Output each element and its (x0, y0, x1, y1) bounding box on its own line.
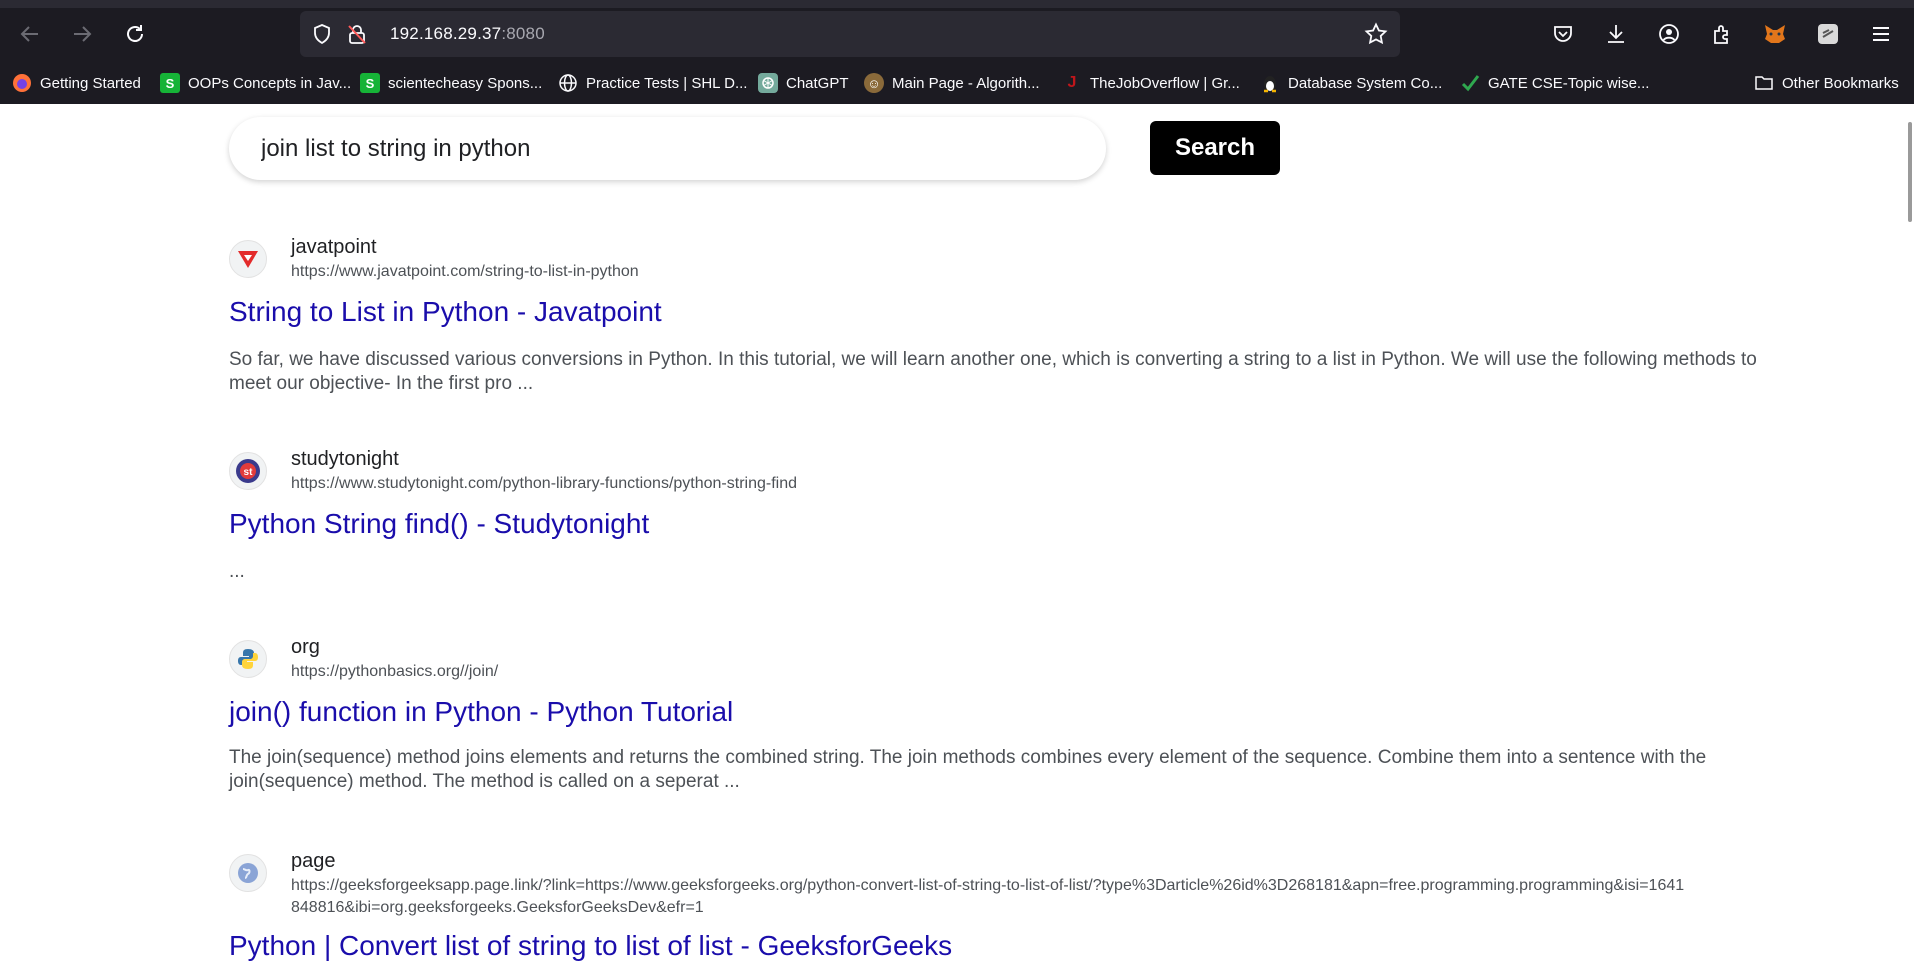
algorithmica-icon: ☺ (864, 73, 884, 93)
app-menu-icon[interactable] (1865, 18, 1897, 50)
result-site-name: studytonight (291, 448, 399, 470)
account-icon[interactable] (1653, 18, 1685, 50)
bookmark-item[interactable]: S OOPs Concepts in Jav... (160, 72, 351, 94)
bookmark-item[interactable]: Database System Co... (1260, 72, 1442, 94)
python-icon (229, 640, 267, 678)
url-text[interactable]: 192.168.29.37:8080 (390, 24, 545, 44)
navigation-bar: 192.168.29.37:8080 (0, 8, 1914, 60)
bookmark-label: TheJobOverflow | Gr... (1090, 74, 1240, 92)
bookmark-item[interactable]: GATE CSE-Topic wise... (1460, 72, 1649, 94)
extension-app-icon[interactable] (1812, 18, 1844, 50)
result-snippet: So far, we have discussed various conver… (229, 349, 1757, 394)
other-bookmarks[interactable]: Other Bookmarks (1754, 72, 1899, 94)
javatpoint-icon (229, 240, 267, 278)
scrollbar-thumb[interactable] (1908, 122, 1912, 222)
linux-icon (1260, 73, 1280, 93)
reload-icon (127, 25, 143, 42)
result-url[interactable]: https://geeksforgeeksapp.page.link/?link… (291, 875, 1691, 919)
s-green-icon: S (160, 73, 180, 93)
shield-icon[interactable] (310, 22, 334, 46)
bookmark-label: OOPs Concepts in Jav... (188, 74, 352, 92)
result-title-link[interactable]: Python String find() - Studytonight (229, 508, 649, 540)
bookmark-label: GATE CSE-Topic wise... (1488, 74, 1650, 92)
result-title-link[interactable]: join() function in Python - Python Tutor… (229, 696, 733, 728)
bookmark-item[interactable]: Getting Started (12, 72, 141, 94)
bookmark-item[interactable]: Practice Tests | SHL D... (558, 72, 747, 94)
bookmark-label: Database System Co... (1288, 74, 1443, 92)
url-host: 192.168.29.37 (390, 24, 502, 43)
result-title-link[interactable]: String to List in Python - Javatpoint (229, 296, 662, 328)
reload-button[interactable] (119, 18, 151, 50)
insecure-lock-icon[interactable] (345, 22, 369, 46)
bookmark-item[interactable]: S scientecheasy Spons... (360, 72, 542, 94)
globe-icon (229, 854, 267, 892)
download-icon[interactable] (1600, 18, 1632, 50)
other-bookmarks-label: Other Bookmarks (1782, 74, 1899, 92)
result-url[interactable]: https://pythonbasics.org//join/ (291, 661, 1691, 683)
result-url[interactable]: https://www.studytonight.com/python-libr… (291, 473, 1691, 495)
bookmark-label: Getting Started (40, 74, 141, 92)
result-site-name: javatpoint (291, 236, 377, 258)
folder-icon (1754, 73, 1774, 93)
back-button[interactable] (14, 18, 46, 50)
chatgpt-icon (758, 73, 778, 93)
pocket-icon[interactable] (1547, 18, 1579, 50)
result-url[interactable]: https://www.javatpoint.com/string-to-lis… (291, 261, 1691, 283)
bookmarks-toolbar: Getting Started S OOPs Concepts in Jav..… (0, 64, 1914, 102)
address-bar[interactable]: 192.168.29.37:8080 (300, 11, 1400, 57)
bookmark-item[interactable]: J TheJobOverflow | Gr... (1062, 72, 1240, 94)
forward-button[interactable] (66, 18, 98, 50)
result-site-name: page (291, 850, 336, 872)
forward-arrow-icon (74, 26, 92, 42)
result-title-link[interactable]: Python | Convert list of string to list … (229, 930, 952, 962)
metamask-fox-icon[interactable] (1759, 18, 1791, 50)
extensions-icon[interactable] (1706, 18, 1738, 50)
back-arrow-icon (20, 26, 38, 42)
vertical-scrollbar[interactable] (1902, 104, 1914, 958)
studytonight-icon: st (229, 452, 267, 490)
search-button[interactable]: Search (1150, 121, 1280, 175)
checkmark-icon (1460, 73, 1480, 93)
search-results-page: Search javatpoint https://www.javatpoint… (0, 104, 1914, 961)
bookmark-label: ChatGPT (786, 74, 849, 92)
bookmark-label: Practice Tests | SHL D... (586, 74, 748, 92)
result-snippet: The join(sequence) method joins elements… (229, 747, 1707, 792)
result-site-name: org (291, 636, 320, 658)
result-snippet: ... (229, 561, 245, 582)
s-green-icon: S (360, 73, 380, 93)
globe-icon (558, 73, 578, 93)
jobs-icon: J (1067, 74, 1077, 91)
url-port: :8080 (501, 24, 545, 43)
bookmark-label: scientecheasy Spons... (388, 74, 543, 92)
bookmark-star-icon[interactable] (1364, 22, 1388, 46)
firefox-icon (12, 73, 32, 93)
tab-strip (0, 0, 1914, 8)
bookmark-item[interactable]: ChatGPT (758, 72, 849, 94)
search-input[interactable] (229, 117, 1106, 180)
browser-chrome: 192.168.29.37:8080 Getting Started S OOP… (0, 0, 1914, 104)
svg-text:st: st (244, 467, 254, 478)
bookmark-label: Main Page - Algorith... (892, 74, 1040, 92)
bookmark-item[interactable]: ☺ Main Page - Algorith... (864, 72, 1040, 94)
